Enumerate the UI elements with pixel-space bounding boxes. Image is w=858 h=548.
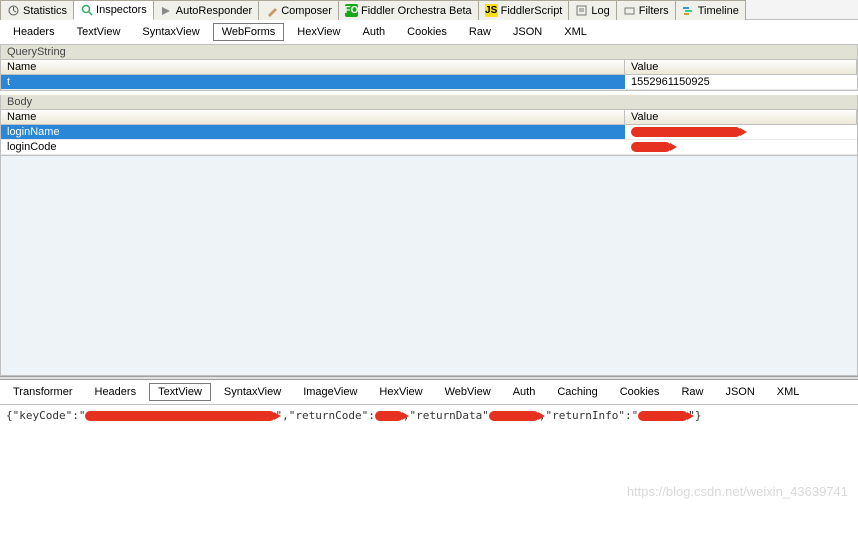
response-textview[interactable]: {"keyCode":" ","returnCode": ,"returnData"… (0, 405, 858, 505)
resp-tab-webview[interactable]: WebView (436, 383, 500, 401)
resp-tab-imageview[interactable]: ImageView (294, 383, 366, 401)
tab-label: Filters (639, 5, 669, 17)
col-header-name[interactable]: Name (1, 60, 625, 74)
redacted-value (631, 142, 671, 152)
req-tab-webforms[interactable]: WebForms (213, 23, 285, 41)
tab-label: Timeline (698, 5, 739, 17)
col-header-name[interactable]: Name (1, 110, 625, 124)
resp-tab-headers[interactable]: Headers (86, 383, 146, 401)
tab-fiddlerscript[interactable]: JS FiddlerScript (478, 0, 570, 20)
col-header-value[interactable]: Value (625, 110, 857, 124)
req-tab-hexview[interactable]: HexView (288, 23, 349, 41)
redacted-value (375, 411, 403, 421)
tab-statistics[interactable]: Statistics (0, 0, 74, 20)
resp-text: {"keyCode":" (6, 409, 85, 422)
body-value (625, 140, 857, 154)
body-row[interactable]: loginName (1, 125, 857, 140)
body-grid: Name Value loginName loginCode (0, 110, 858, 156)
qs-name: t (1, 75, 625, 89)
log-icon (575, 4, 588, 17)
filters-icon (623, 4, 636, 17)
request-sub-tabs: Headers TextView SyntaxView WebForms Hex… (0, 20, 858, 45)
body-name: loginName (1, 125, 625, 139)
redacted-value (85, 411, 275, 421)
inspectors-icon (80, 4, 93, 17)
response-sub-tabs: Transformer Headers TextView SyntaxView … (0, 380, 858, 405)
req-tab-textview[interactable]: TextView (68, 23, 130, 41)
resp-tab-hexview[interactable]: HexView (370, 383, 431, 401)
tab-composer[interactable]: Composer (258, 0, 339, 20)
col-header-value[interactable]: Value (625, 60, 857, 74)
tab-label: Statistics (23, 5, 67, 17)
resp-tab-syntaxview[interactable]: SyntaxView (215, 383, 290, 401)
body-name: loginCode (1, 140, 625, 154)
req-tab-auth[interactable]: Auth (354, 23, 395, 41)
resp-tab-transformer[interactable]: Transformer (4, 383, 82, 401)
req-tab-headers[interactable]: Headers (4, 23, 64, 41)
timeline-icon (682, 4, 695, 17)
resp-text: ,"returnInfo":" (539, 409, 638, 422)
resp-tab-cookies[interactable]: Cookies (611, 383, 669, 401)
querystring-row[interactable]: t 1552961150925 (1, 75, 857, 90)
redacted-value (638, 411, 688, 421)
tab-label: Composer (281, 5, 332, 17)
fiddlerscript-icon: JS (485, 4, 498, 17)
body-empty-area[interactable] (0, 156, 858, 376)
body-header: Body (0, 95, 858, 110)
req-tab-cookies[interactable]: Cookies (398, 23, 456, 41)
tab-label: Inspectors (96, 4, 147, 16)
resp-text: ","returnCode": (275, 409, 374, 422)
body-value (625, 125, 857, 139)
tab-orchestra[interactable]: FO Fiddler Orchestra Beta (338, 0, 479, 20)
resp-text: ,"returnData" (403, 409, 489, 422)
resp-tab-auth[interactable]: Auth (504, 383, 545, 401)
composer-icon (265, 4, 278, 17)
resp-tab-caching[interactable]: Caching (548, 383, 606, 401)
tab-autoresponder[interactable]: AutoResponder (153, 0, 259, 20)
redacted-value (631, 127, 741, 137)
statistics-icon (7, 4, 20, 17)
redacted-value (489, 411, 539, 421)
req-tab-xml[interactable]: XML (555, 23, 596, 41)
tab-filters[interactable]: Filters (616, 0, 676, 20)
req-tab-syntaxview[interactable]: SyntaxView (133, 23, 208, 41)
tab-timeline[interactable]: Timeline (675, 0, 746, 20)
querystring-header: QueryString (0, 45, 858, 60)
req-tab-json[interactable]: JSON (504, 23, 551, 41)
resp-tab-json[interactable]: JSON (716, 383, 763, 401)
tab-label: Fiddler Orchestra Beta (361, 5, 472, 17)
body-row[interactable]: loginCode (1, 140, 857, 155)
resp-tab-textview[interactable]: TextView (149, 383, 211, 401)
orchestra-icon: FO (345, 4, 358, 17)
watermark: https://blog.csdn.net/weixin_43639741 (627, 484, 848, 499)
qs-value: 1552961150925 (625, 75, 857, 89)
resp-tab-xml[interactable]: XML (768, 383, 809, 401)
req-tab-raw[interactable]: Raw (460, 23, 500, 41)
tab-label: Log (591, 5, 609, 17)
resp-tab-raw[interactable]: Raw (672, 383, 712, 401)
querystring-grid: Name Value t 1552961150925 (0, 60, 858, 91)
tab-inspectors[interactable]: Inspectors (73, 0, 154, 20)
tab-label: FiddlerScript (501, 5, 563, 17)
main-tab-strip: Statistics Inspectors AutoResponder Comp… (0, 0, 858, 20)
tab-log[interactable]: Log (568, 0, 616, 20)
tab-label: AutoResponder (176, 5, 252, 17)
autoresponder-icon (160, 4, 173, 17)
